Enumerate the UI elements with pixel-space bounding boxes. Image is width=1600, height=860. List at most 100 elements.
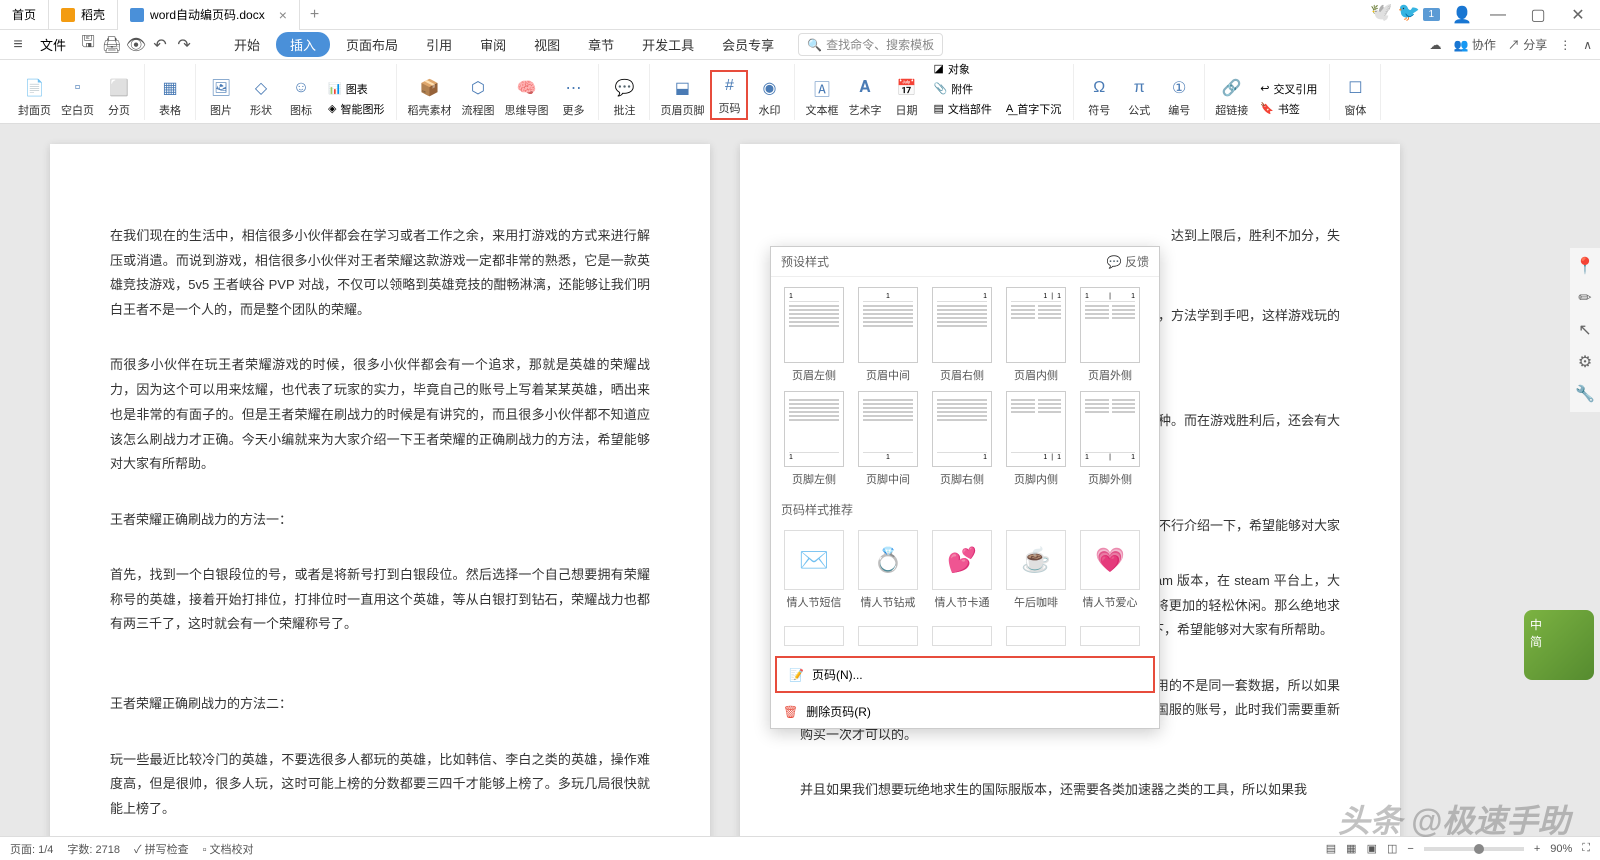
shape-button[interactable]: ◇形状 — [242, 74, 280, 120]
delete-page-number-command[interactable]: 🗑删除页码(R) — [771, 695, 1159, 728]
preset-header-inside[interactable]: 1|1页眉内侧 — [1003, 287, 1069, 383]
settings-icon[interactable]: ⚙ — [1575, 352, 1595, 372]
docer-button[interactable]: 📦稻壳素材 — [403, 74, 455, 120]
preset-footer-inside[interactable]: 1|1页脚内侧 — [1003, 391, 1069, 487]
close-icon[interactable]: × — [279, 7, 287, 23]
doc-proof[interactable]: ▫ 文档校对 — [203, 841, 254, 857]
preset-footer-left[interactable]: 1页脚左侧 — [781, 391, 847, 487]
style-ring[interactable]: 💍情人节钻戒 — [855, 530, 921, 610]
menu-review[interactable]: 审阅 — [468, 31, 518, 58]
page-number-command[interactable]: 📝页码(N)... — [775, 656, 1155, 693]
view-mode-2[interactable]: ▦ — [1346, 842, 1356, 855]
style-more-4[interactable] — [1003, 626, 1069, 646]
menu-insert[interactable]: 插入 — [276, 32, 330, 57]
hyperlink-button[interactable]: 🔗超链接 — [1211, 74, 1252, 120]
icon-button[interactable]: ☺图标 — [282, 74, 320, 120]
tool-icon[interactable]: 🔧 — [1575, 384, 1595, 404]
textbox-button[interactable]: 🄰文本框 — [801, 74, 842, 120]
preset-header-left[interactable]: 1页眉左侧 — [781, 287, 847, 383]
style-envelope[interactable]: ✉️情人节短信 — [781, 530, 847, 610]
spell-check[interactable]: ✓ 拼写检查 — [134, 841, 189, 857]
bookmark-button[interactable]: 🔖 书签 — [1256, 100, 1321, 118]
mindmap-button[interactable]: 🧠思维导图 — [500, 74, 552, 120]
style-more-5[interactable] — [1077, 626, 1143, 646]
header-footer-button[interactable]: ⬓页眉页脚 — [656, 74, 708, 120]
edit-icon[interactable]: ✏ — [1575, 288, 1595, 308]
menu-vip[interactable]: 会员专享 — [710, 31, 786, 58]
preset-footer-outside[interactable]: 1|1页脚外侧 — [1077, 391, 1143, 487]
more-button[interactable]: ⋯更多 — [554, 74, 592, 120]
preset-header-center[interactable]: 1页眉中间 — [855, 287, 921, 383]
select-icon[interactable]: ↖ — [1575, 320, 1595, 340]
page-1[interactable]: 在我们现在的生活中，相信很多小伙伴都会在学习或者工作之余，来用打游戏的方式来进行… — [50, 144, 710, 840]
formula-button[interactable]: π公式 — [1120, 74, 1158, 120]
print-icon[interactable]: 🖨 — [102, 35, 122, 55]
form-button[interactable]: ☐窗体 — [1336, 74, 1374, 120]
style-more-1[interactable] — [781, 626, 847, 646]
cover-page-button[interactable]: 📄封面页 — [14, 74, 55, 120]
preset-footer-right[interactable]: 1页脚右侧 — [929, 391, 995, 487]
flowchart-button[interactable]: ⬡流程图 — [457, 74, 498, 120]
chart-button[interactable]: 📊 图表 — [324, 80, 388, 98]
object-button[interactable]: ◪ 对象 — [929, 60, 995, 78]
preset-footer-center[interactable]: 1页脚中间 — [855, 391, 921, 487]
menu-view[interactable]: 视图 — [522, 31, 572, 58]
xref-button[interactable]: ↩ 交叉引用 — [1256, 80, 1321, 98]
table-button[interactable]: ▦表格 — [151, 74, 189, 120]
page-indicator[interactable]: 页面: 1/4 — [10, 841, 53, 857]
more-icon[interactable]: ⋮ — [1559, 38, 1571, 52]
menu-layout[interactable]: 页面布局 — [334, 31, 410, 58]
menu-ref[interactable]: 引用 — [414, 31, 464, 58]
dropcap-button[interactable]: A͟ 首字下沉 — [1002, 100, 1065, 118]
menu-start[interactable]: 开始 — [222, 31, 272, 58]
window-count-badge[interactable]: 1 — [1423, 8, 1441, 21]
word-count[interactable]: 字数: 2718 — [67, 841, 120, 857]
tab-document[interactable]: word自动编页码.docx× — [118, 0, 300, 30]
watermark-button[interactable]: ◉水印 — [750, 74, 788, 120]
save-icon[interactable]: 🖫 — [78, 35, 98, 55]
wordart-button[interactable]: 𝐀艺术字 — [844, 74, 885, 120]
zoom-level[interactable]: 90% — [1550, 843, 1572, 855]
smartart-button[interactable]: ◈ 智能图形 — [324, 100, 388, 118]
fullscreen-icon[interactable]: ⛶ — [1582, 842, 1590, 855]
preset-header-right[interactable]: 1页眉右侧 — [929, 287, 995, 383]
page-number-button[interactable]: #页码 — [710, 70, 748, 120]
page-break-button[interactable]: ⬜分页 — [100, 74, 138, 120]
hamburger-icon[interactable]: ≡ — [8, 35, 28, 55]
redo-icon[interactable]: ↷ — [174, 35, 194, 55]
avatar-icon[interactable]: 👤 — [1452, 5, 1472, 25]
view-mode-3[interactable]: ▣ — [1367, 842, 1377, 855]
share-button[interactable]: ↗ 分享 — [1508, 36, 1547, 53]
zoom-slider[interactable] — [1424, 847, 1524, 851]
zoom-in[interactable]: + — [1534, 843, 1540, 855]
picture-button[interactable]: 🖼图片 — [202, 74, 240, 120]
style-cartoon[interactable]: 💕情人节卡通 — [929, 530, 995, 610]
menu-dev[interactable]: 开发工具 — [630, 31, 706, 58]
style-heart[interactable]: 💗情人节爱心 — [1077, 530, 1143, 610]
numbering-button[interactable]: ①编号 — [1160, 74, 1198, 120]
maximize-icon[interactable]: ▢ — [1524, 5, 1552, 25]
collab-button[interactable]: 👥 协作 — [1454, 36, 1496, 53]
cloud-icon[interactable]: ☁ — [1430, 38, 1442, 52]
tab-add[interactable]: + — [300, 6, 329, 24]
blank-page-button[interactable]: ▫空白页 — [57, 74, 98, 120]
style-coffee[interactable]: ☕午后咖啡 — [1003, 530, 1069, 610]
style-more-2[interactable] — [855, 626, 921, 646]
tab-home[interactable]: 首页 — [0, 0, 49, 30]
feedback-link[interactable]: 💬 反馈 — [1107, 253, 1149, 270]
view-mode-4[interactable]: ◫ — [1387, 842, 1397, 855]
preset-header-outside[interactable]: 1|1页眉外侧 — [1077, 287, 1143, 383]
collapse-icon[interactable]: ∧ — [1583, 38, 1592, 52]
docpart-button[interactable]: ▤ 文档部件 — [929, 100, 995, 118]
menu-chapter[interactable]: 章节 — [576, 31, 626, 58]
minimize-icon[interactable]: — — [1484, 5, 1512, 25]
style-more-3[interactable] — [929, 626, 995, 646]
undo-icon[interactable]: ↶ — [150, 35, 170, 55]
close-window-icon[interactable]: ✕ — [1564, 5, 1592, 25]
symbol-button[interactable]: Ω符号 — [1080, 74, 1118, 120]
ime-widget[interactable]: 中 简 — [1524, 610, 1594, 680]
preview-icon[interactable]: 👁 — [126, 35, 146, 55]
comment-button[interactable]: 💬批注 — [605, 74, 643, 120]
tab-docer[interactable]: 稻壳 — [49, 0, 118, 30]
attachment-button[interactable]: 📎 附件 — [929, 80, 995, 98]
